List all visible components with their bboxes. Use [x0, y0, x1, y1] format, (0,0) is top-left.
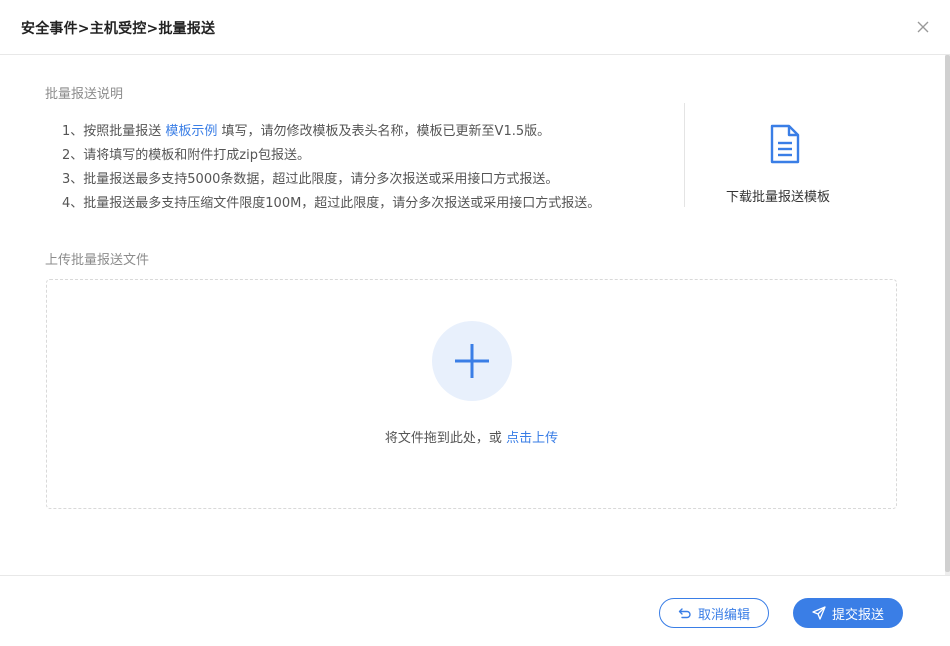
- vertical-divider: [684, 103, 685, 207]
- download-template-label: 下载批量报送模板: [726, 190, 831, 205]
- upload-plus-button[interactable]: [432, 321, 512, 401]
- dialog-header: 安全事件>主机受控>批量报送: [0, 0, 950, 55]
- send-icon: [812, 606, 826, 620]
- cancel-edit-label: 取消编辑: [697, 607, 750, 623]
- description-list: 1、按照批量报送 模板示例 填写，请勿修改模板及表头名称，模板已更新至V1.5版…: [62, 120, 600, 216]
- description-item: 3、批量报送最多支持5000条数据，超过此限度，请分多次报送或采用接口方式报送。: [62, 172, 559, 187]
- click-upload-link[interactable]: 点击上传: [506, 431, 558, 446]
- download-template-button[interactable]: 下载批量报送模板: [726, 124, 842, 206]
- scrollbar-thumb[interactable]: [945, 55, 950, 572]
- description-item: 2、请将填写的模板和附件打成zip包报送。: [62, 148, 310, 163]
- dialog-footer: 取消编辑 提交报送: [0, 575, 950, 646]
- plus-icon: [455, 344, 489, 378]
- description-item: 4、批量报送最多支持压缩文件限度100M，超过此限度，请分多次报送或采用接口方式…: [62, 196, 601, 211]
- description-item-text: 1、按照批量报送: [62, 124, 166, 139]
- undo-icon: [678, 608, 691, 619]
- upload-dropzone[interactable]: 将文件拖到此处，或 点击上传: [46, 279, 897, 509]
- description-section-title: 批量报送说明: [45, 87, 124, 102]
- submit-report-button[interactable]: 提交报送: [793, 598, 903, 628]
- document-icon: [768, 124, 802, 164]
- description-item-text: 填写，请勿修改模板及表头名称，模板已更新至V1.5版。: [217, 124, 551, 139]
- upload-section-title: 上传批量报送文件: [45, 253, 150, 268]
- upload-hint: 将文件拖到此处，或 点击上传: [47, 427, 896, 446]
- template-example-link[interactable]: 模板示例: [165, 124, 217, 139]
- description-item: 1、按照批量报送 模板示例 填写，请勿修改模板及表头名称，模板已更新至V1.5版…: [62, 120, 600, 144]
- dialog-title: 安全事件>主机受控>批量报送: [21, 21, 216, 37]
- scrollbar[interactable]: [945, 55, 950, 575]
- upload-hint-text: 将文件拖到此处，或: [384, 431, 507, 446]
- submit-report-label: 提交报送: [831, 607, 884, 623]
- cancel-edit-button[interactable]: 取消编辑: [659, 598, 769, 628]
- close-icon[interactable]: [913, 17, 933, 37]
